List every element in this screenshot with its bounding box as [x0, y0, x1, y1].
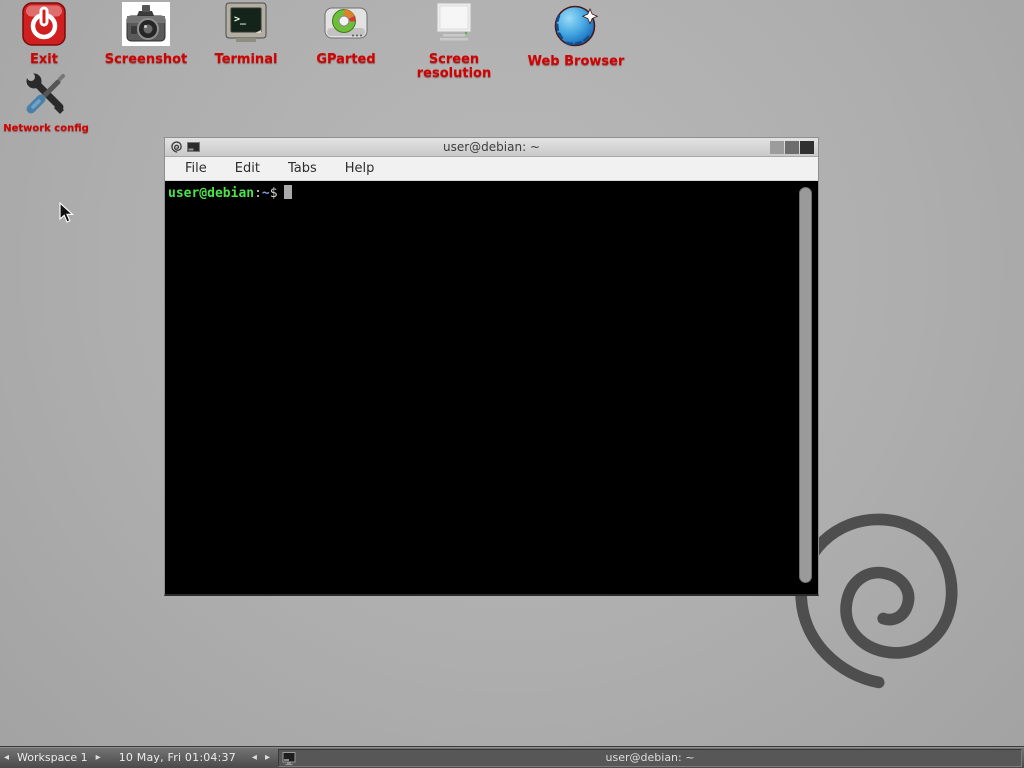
desktop-icon-web-browser[interactable]: Web Browser: [522, 2, 630, 69]
terminal-menubar: File Edit Tabs Help: [165, 157, 818, 181]
terminal-screen[interactable]: user@debian:~$: [165, 181, 818, 594]
terminal-cursor: [284, 185, 292, 199]
menu-file[interactable]: File: [175, 159, 217, 178]
taskbar: ◂ Workspace 1 ▸ 10 May, Fri 01:04:37 ◂ ▸…: [0, 746, 1024, 768]
task-button-terminal[interactable]: user@debian: ~: [278, 749, 1022, 767]
icon-label: Network config: [0, 122, 92, 136]
menu-tabs[interactable]: Tabs: [278, 159, 327, 178]
terminal-scrollbar-thumb[interactable]: [799, 187, 812, 583]
desktop-icon-exit[interactable]: Exit: [4, 2, 84, 67]
shell-prompt: user@debian:~$: [168, 185, 816, 201]
prompt-path: ~: [262, 186, 270, 201]
tools-icon: [22, 70, 70, 116]
menu-help[interactable]: Help: [335, 159, 385, 178]
svg-text:>_: >_: [234, 14, 247, 25]
desktop-icon-network-config[interactable]: Network config: [0, 70, 92, 136]
prompt-colon: :: [254, 186, 262, 201]
gparted-disk-icon: [323, 2, 369, 46]
workspace-next-arrow[interactable]: ▸: [92, 748, 105, 768]
desktop-icon-screenshot[interactable]: Screenshot: [96, 2, 196, 67]
icon-label: Exit: [4, 53, 84, 67]
workspace-label[interactable]: Workspace 1: [13, 751, 92, 764]
globe-browser-icon: [553, 2, 599, 48]
maximize-button[interactable]: [785, 141, 799, 154]
minimize-button[interactable]: [770, 141, 784, 154]
tasklist-left-arrow[interactable]: ◂: [248, 748, 261, 768]
task-button-label: user@debian: ~: [606, 751, 695, 764]
mouse-cursor: [59, 202, 75, 224]
tasklist-right-arrow[interactable]: ▸: [261, 748, 274, 768]
workspace-prev-arrow[interactable]: ◂: [0, 748, 13, 768]
window-title: user@debian: ~: [165, 140, 818, 154]
power-exit-icon: [22, 2, 66, 46]
taskbar-clock: 10 May, Fri 01:04:37: [113, 751, 242, 764]
close-button[interactable]: [800, 141, 814, 154]
camera-icon: [122, 2, 170, 46]
prompt-symbol: $: [270, 186, 278, 201]
icon-label: GParted: [303, 53, 389, 67]
icon-label: Screenshot: [96, 53, 196, 67]
task-terminal-icon: [282, 752, 296, 765]
desktop-icon-terminal[interactable]: >_ Terminal: [198, 2, 294, 67]
window-titlebar[interactable]: user@debian: ~: [165, 138, 818, 157]
icon-label: Web Browser: [522, 55, 630, 69]
icon-label: Terminal: [198, 53, 294, 67]
prompt-user-host: user@debian: [168, 186, 254, 201]
terminal-crt-icon: >_: [222, 2, 270, 46]
icon-label: Screen resolution: [390, 53, 518, 81]
terminal-window: user@debian: ~ File Edit Tabs Help user@…: [164, 137, 819, 596]
menu-edit[interactable]: Edit: [225, 159, 270, 178]
monitor-icon: [429, 2, 479, 46]
desktop-icon-gparted[interactable]: GParted: [303, 2, 389, 67]
desktop-icon-screen-resolution[interactable]: Screen resolution: [390, 2, 518, 81]
